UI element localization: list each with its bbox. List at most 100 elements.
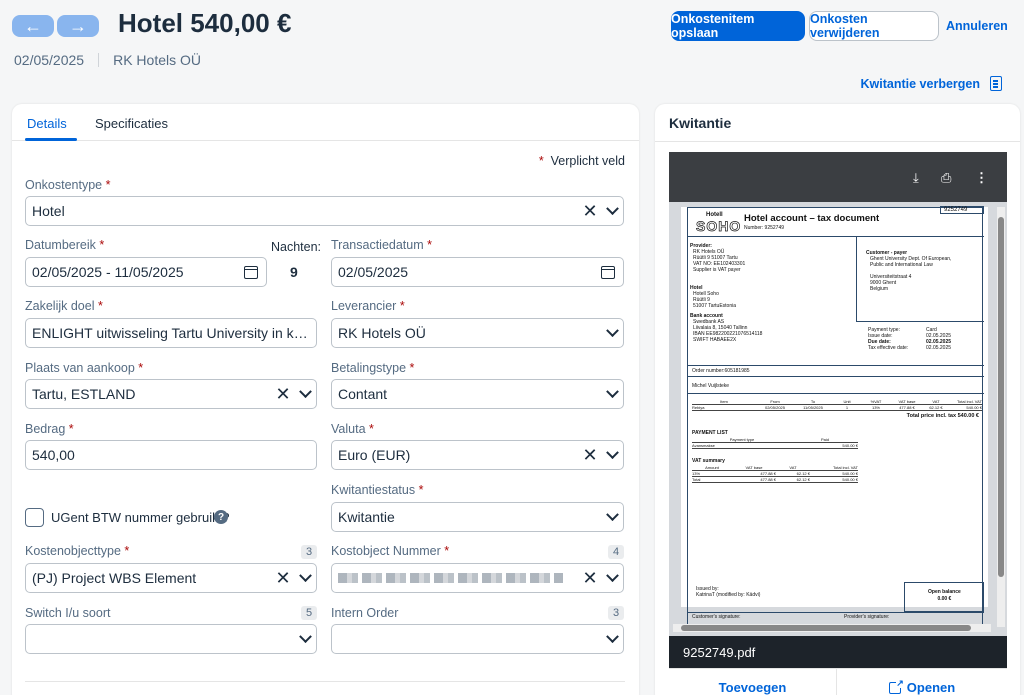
chevron-down-icon[interactable] [601,624,623,654]
guest-name: Michel Vuijlsteke [692,383,730,389]
supplier-select[interactable]: RK Hotels OÜ [331,318,624,348]
divider [688,365,984,366]
receipt-icon[interactable] [990,76,1002,91]
divider [655,141,1020,142]
bank-lines: Swedbank AS Liivalaia 8, 15040 Tallinn IBA… [693,319,763,343]
transaction-date-input[interactable]: 02/05/2025 [331,257,624,287]
divider [688,393,984,394]
provider-lines: RK Hotels OÜ Rüütli 9 51007 Tartu VAT NO: … [693,249,746,273]
provider-signature: Provider's signature: [844,614,890,620]
chevron-down-icon[interactable] [601,440,623,470]
clear-icon[interactable]: ✕ [579,569,601,587]
divider [688,612,984,613]
redacted-value [338,573,563,583]
amount-label: Bedrag * [25,422,74,436]
tab-specificaties[interactable]: Specificaties [95,116,168,131]
subheader: 02/05/2025 RK Hotels OÜ [14,52,201,68]
issued-by: Issued by: KatrinaT (modified by: Kädvi) [696,586,761,598]
chevron-down-icon[interactable] [294,624,316,654]
chevron-down-icon[interactable] [601,196,623,226]
business-purpose-value: ENLIGHT uitwisseling Tartu University in… [32,325,316,341]
vertical-scrollbar[interactable] [997,207,1005,627]
back-button[interactable]: ← [12,15,54,37]
business-purpose-input[interactable]: ENLIGHT uitwisseling Tartu University in… [25,318,317,348]
cost-object-number-value [338,570,579,586]
tab-details[interactable]: Details [27,116,67,131]
pdf-toolbar: ⤓ ⎙ ⋮ [669,152,1007,202]
help-icon[interactable]: ? [214,510,228,524]
amount-input[interactable]: 540,00 [25,440,317,470]
chevron-down-icon[interactable] [601,379,623,409]
chevron-down-icon[interactable] [601,502,623,532]
pdf-filename: 9252749.pdf [683,644,756,660]
save-button[interactable]: Onkostenitem opslaan [671,11,805,41]
date-range-input[interactable]: 02/05/2025 - 11/05/2025 [25,257,267,287]
vat-checkbox[interactable] [25,508,44,527]
chevron-down-icon[interactable] [294,379,316,409]
required-note: * Verplicht veld [538,154,625,168]
open-balance: Open balance 0.00 € [928,589,961,602]
clear-icon[interactable]: ✕ [272,569,294,587]
cancel-button[interactable]: Annuleren [946,11,1008,41]
download-icon[interactable]: ⤓ [913,170,919,186]
vat-row: Total 477.88 €62.12 €540.00 € [692,477,858,483]
divider [98,53,100,67]
chevron-down-icon[interactable] [601,563,623,593]
doc-number-label: Number: 9252749 [744,225,785,231]
total-line: Total price incl. tax 540.00 € [906,413,979,419]
vat-summary-label: VAT summary [692,458,725,464]
supplier-value: RK Hotels OÜ [338,325,426,341]
delete-button[interactable]: Onkosten verwijderen [809,11,939,41]
nights-label: Nachten: [271,240,322,254]
horizontal-scrollbar[interactable] [673,624,991,632]
print-icon[interactable]: ⎙ [941,170,951,186]
switch-type-select[interactable] [25,624,317,654]
doc-number-box: 9252749 [940,206,984,214]
count-badge: 3 [301,545,317,559]
expense-type-label: Onkostentype * [25,178,111,192]
payment-type-select[interactable]: Contant [331,379,624,409]
doc-heading: Hotel account – tax document [744,213,880,224]
cost-object-number-select[interactable]: ✕ [331,563,624,593]
business-purpose-label: Zakelijk doel * [25,299,103,313]
internal-order-select[interactable] [331,624,624,654]
items-row: Rebiya 02/05/2025 11/05/2025 1 13% 477.88 €62… [692,405,982,411]
expense-form-card: Details Specificaties * Verplicht veld O… [12,104,639,695]
expense-type-value: Hotel [32,203,65,219]
expense-date: 02/05/2025 [14,52,85,68]
open-receipt-button[interactable]: ↗ Openen [837,668,1007,695]
receipt-title: Kwitantie [669,115,732,131]
date-range-label: Datumbereik * [25,238,105,252]
cost-object-number-label: Kostobject Nummer * [331,544,450,558]
receipt-status-value: Kwitantie [338,509,395,525]
currency-select[interactable]: Euro (EUR) ✕ [331,440,624,470]
clear-icon[interactable]: ✕ [579,446,601,464]
pdf-viewer[interactable]: ⤓ ⎙ ⋮ Hotell SOHO Hotel account – tax do… [669,152,1007,636]
calendar-icon[interactable] [601,265,615,279]
payment-type-value: Contant [338,386,388,402]
currency-label: Valuta * [331,422,374,436]
receipt-status-select[interactable]: Kwitantie [331,502,624,532]
pdf-filename-bar: 9252749.pdf [669,636,1007,668]
vat-checkbox-label: UGent BTW nummer gebruikt? [51,510,230,525]
receipt-status-label: Kwitantiestatus * [331,483,424,497]
hotel-lines: Hotell Soho Rüütli 9 51007 TartuEstonia [693,291,736,309]
count-badge: 3 [608,606,624,620]
place-select[interactable]: Tartu, ESTLAND ✕ [25,379,317,409]
more-options-icon[interactable]: ⋮ [975,170,988,186]
forward-button[interactable]: → [57,15,99,37]
clear-icon[interactable]: ✕ [579,202,601,220]
divider [688,376,984,377]
calendar-icon[interactable] [244,265,258,279]
chevron-down-icon[interactable] [601,318,623,348]
cost-object-type-select[interactable]: (PJ) Project WBS Element ✕ [25,563,317,593]
hide-receipt-link[interactable]: Kwitantie verbergen [861,77,980,91]
customer-signature: Customer's signature: [692,614,741,620]
chevron-down-icon[interactable] [294,563,316,593]
count-badge: 5 [301,606,317,620]
clear-icon[interactable]: ✕ [272,385,294,403]
expense-type-select[interactable]: Hotel ✕ [25,196,624,226]
open-receipt-label: Openen [906,680,956,695]
add-receipt-button[interactable]: Toevoegen [669,668,837,695]
tab-bar: Details Specificaties [12,104,639,141]
